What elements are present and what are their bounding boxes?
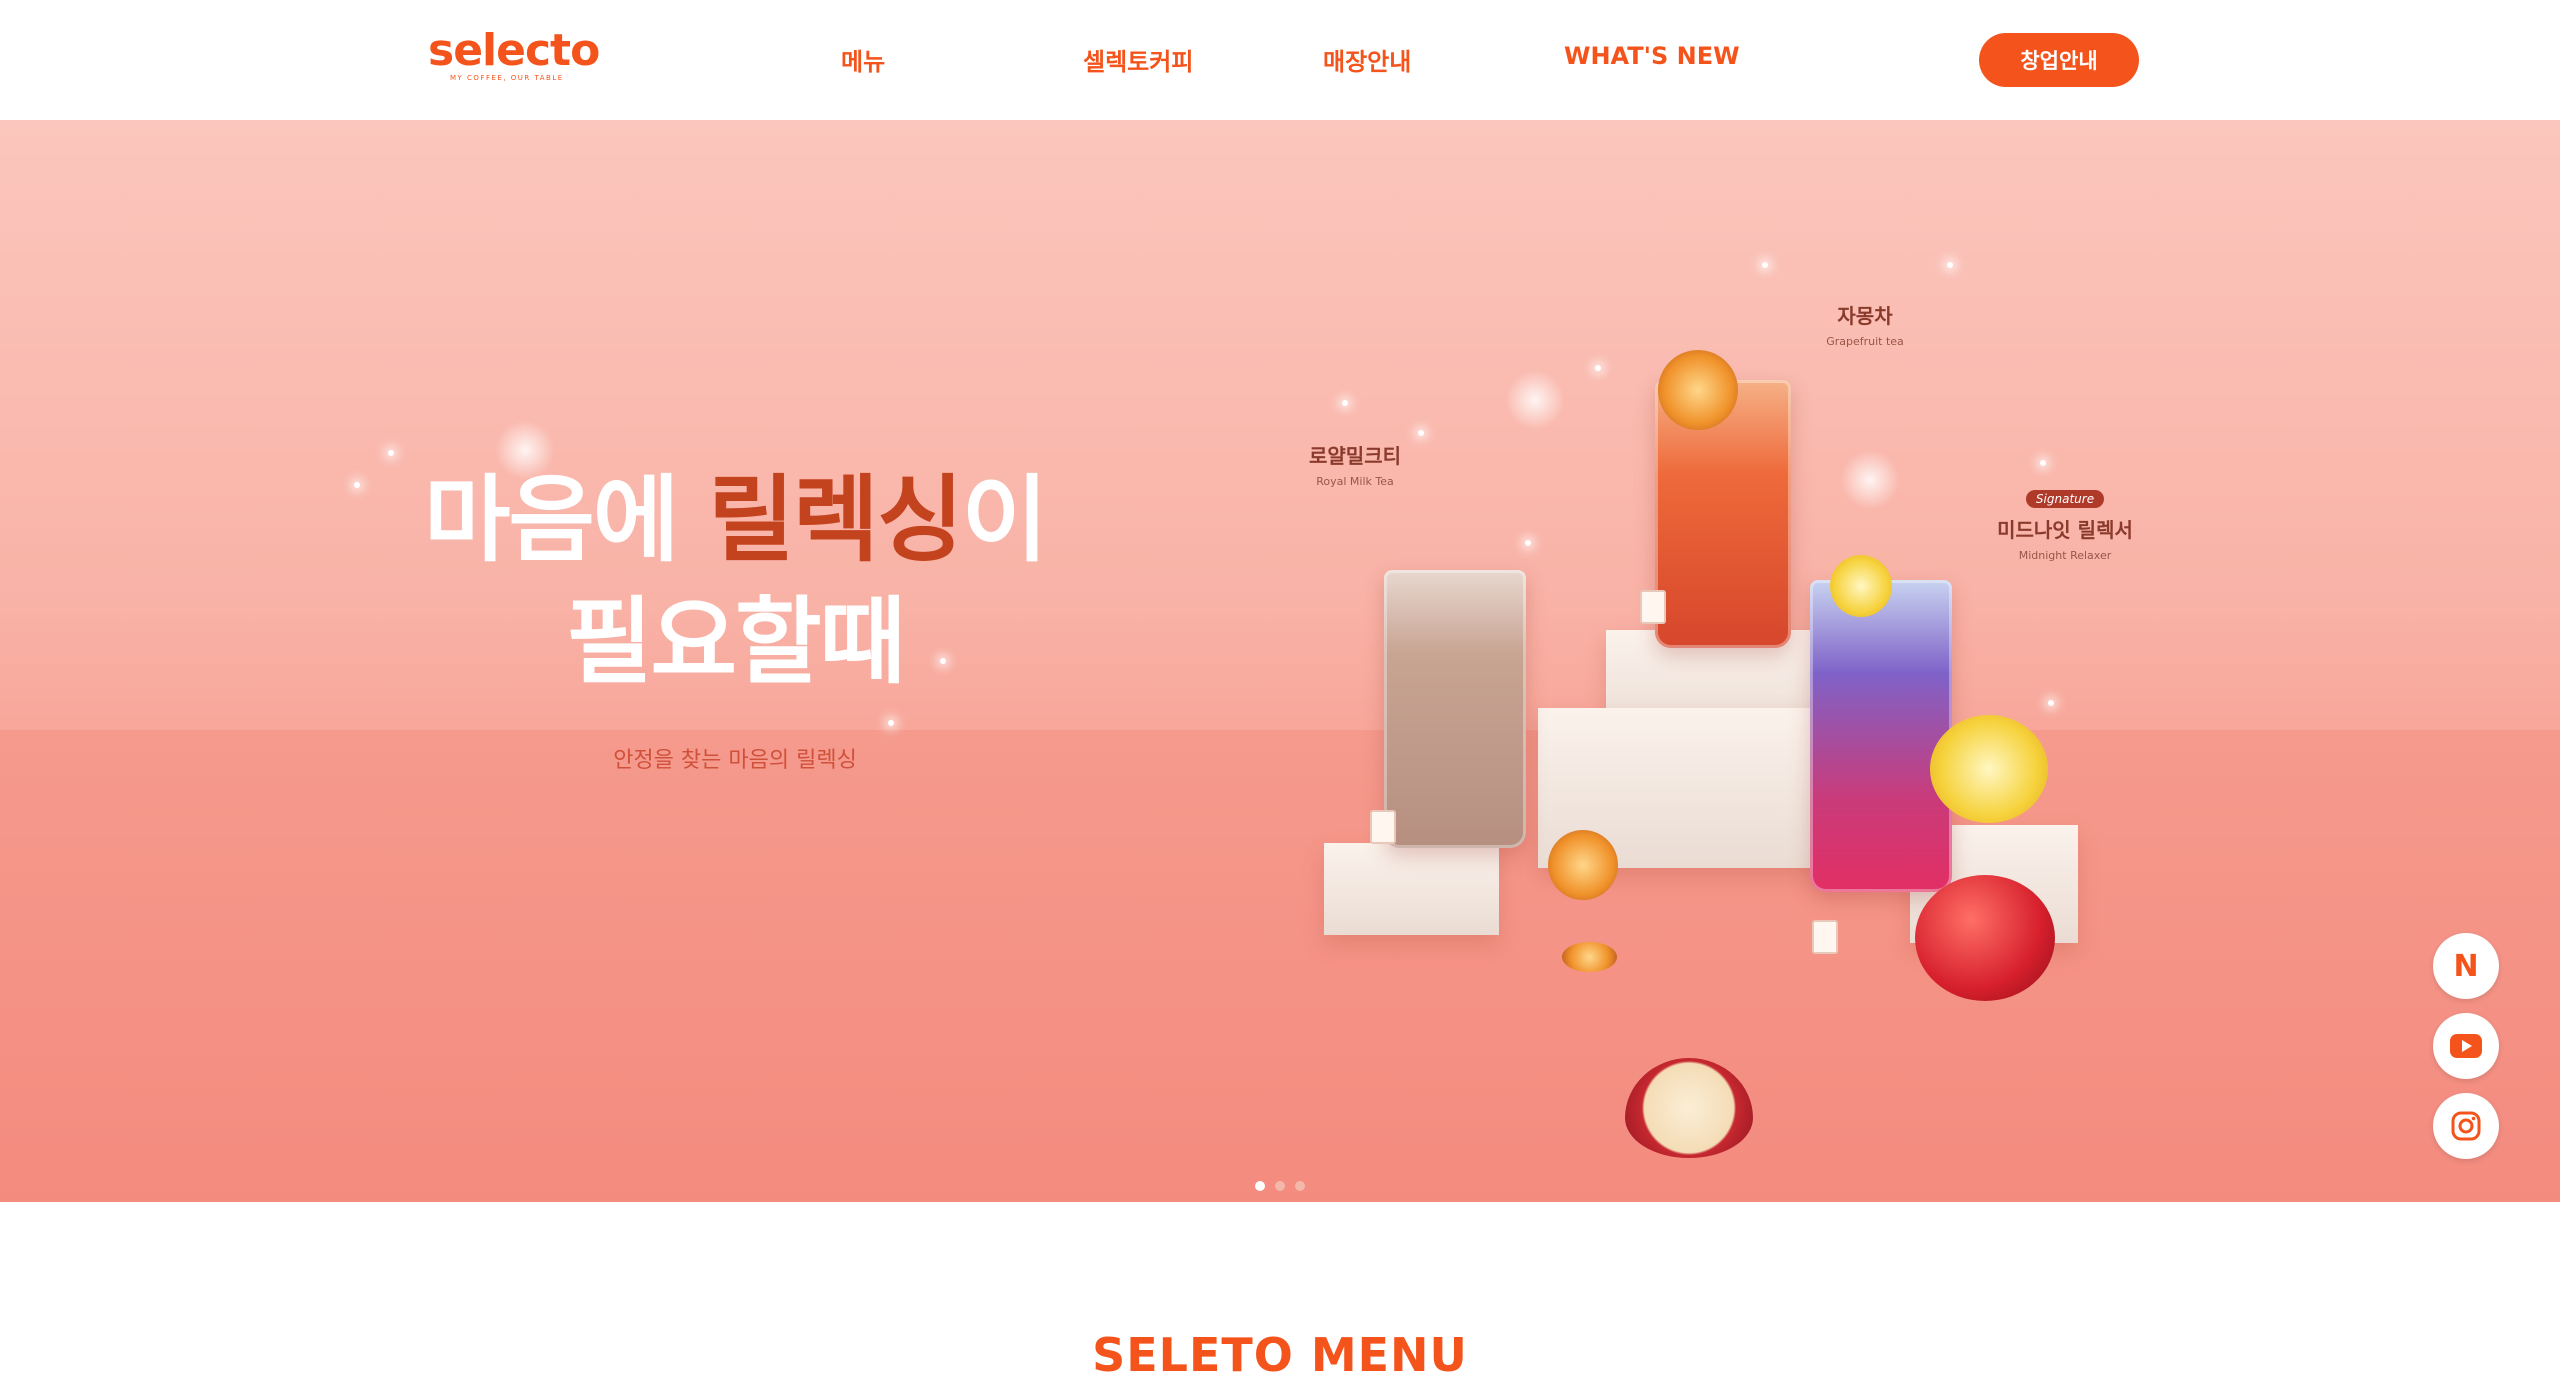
orange-slice bbox=[1658, 350, 1738, 430]
tea-tag-icon bbox=[1812, 920, 1838, 954]
brand-logo[interactable]: selecto MY COFFEE, OUR TABLE bbox=[428, 25, 600, 88]
tea-tag-icon bbox=[1370, 810, 1396, 844]
nav-item-menu[interactable]: 메뉴 bbox=[841, 42, 885, 77]
apple-half bbox=[1625, 1058, 1753, 1158]
drink-name-ko: 로얄밀크티 bbox=[1309, 444, 1401, 468]
hero-headline-accent: 릴렉싱 bbox=[708, 466, 963, 575]
hero-subline: 안정을 찾는 마음의 릴렉싱 bbox=[613, 748, 857, 773]
slider-dot-3[interactable] bbox=[1295, 1181, 1305, 1191]
sparkle-decoration bbox=[388, 450, 394, 456]
instagram-button[interactable] bbox=[2433, 1093, 2499, 1159]
drink-label-grapefruit-tea: 자몽차 Grapefruit tea bbox=[1800, 300, 1930, 348]
orange-slice bbox=[1562, 942, 1617, 972]
lemon-slice bbox=[1830, 555, 1892, 617]
nav-item-selecto-coffee[interactable]: 셀렉토커피 bbox=[1083, 42, 1193, 77]
drink-label-royal-milk-tea: 로얄밀크티 Royal Milk Tea bbox=[1300, 440, 1410, 488]
site-header: selecto MY COFFEE, OUR TABLE 메뉴 셀렉토커피 매장… bbox=[0, 0, 2560, 120]
drink-name-ko: 미드나잇 릴렉서 bbox=[1997, 518, 2133, 542]
orange-slice bbox=[1548, 830, 1618, 900]
nav-item-whats-new[interactable]: WHAT'S NEW bbox=[1564, 42, 1740, 70]
hero-headline-text: 마음에 bbox=[423, 466, 709, 575]
sparkle-decoration bbox=[1947, 262, 1953, 268]
drink-name-en: Royal Milk Tea bbox=[1316, 475, 1394, 488]
instagram-icon bbox=[2451, 1111, 2481, 1141]
slider-pagination bbox=[1255, 1181, 1305, 1191]
signature-badge: Signature bbox=[2025, 490, 2105, 508]
sparkle-decoration bbox=[1762, 262, 1768, 268]
drinks-illustration: 로얄밀크티 Royal Milk Tea 자몽차 Grapefruit tea … bbox=[1300, 270, 2150, 1158]
drink-name-ko: 자몽차 bbox=[1837, 304, 1893, 328]
menu-section-title: SELETO MENU bbox=[1092, 1328, 1468, 1382]
tea-tag-icon bbox=[1640, 590, 1666, 624]
hero-banner[interactable]: 마음에 릴렉싱이 필요할때 안정을 찾는 마음의 릴렉싱 로얄밀크티 Royal… bbox=[0, 120, 2560, 1202]
sparkle-decoration bbox=[888, 720, 894, 726]
hero-floor bbox=[0, 730, 2560, 1202]
pedestal-block bbox=[1324, 843, 1499, 935]
naver-blog-button[interactable]: N bbox=[2433, 933, 2499, 999]
apple bbox=[1915, 875, 2055, 1001]
drink-label-midnight-relaxer: Signature 미드나잇 릴렉서 Midnight Relaxer bbox=[1990, 488, 2140, 562]
naver-blog-icon: N bbox=[2453, 948, 2479, 984]
nav-item-store-info[interactable]: 매장안내 bbox=[1323, 42, 1411, 77]
midnight-relaxer-glass bbox=[1810, 580, 1952, 892]
youtube-button[interactable] bbox=[2433, 1013, 2499, 1079]
youtube-icon bbox=[2450, 1034, 2482, 1058]
drink-name-en: Midnight Relaxer bbox=[2018, 549, 2112, 562]
hero-headline-line1: 마음에 릴렉싱이 bbox=[395, 460, 1075, 582]
hero-headline-line2: 필요할때 bbox=[566, 588, 906, 698]
hero-headline: 마음에 릴렉싱이 필요할때 bbox=[395, 460, 1075, 704]
royal-milk-tea-glass bbox=[1384, 570, 1526, 848]
franchise-button[interactable]: 창업안내 bbox=[1979, 33, 2139, 87]
brand-logo-wordmark: selecto bbox=[428, 25, 600, 76]
sparkle-decoration bbox=[354, 482, 360, 488]
hero-headline-text: 이 bbox=[961, 466, 1048, 575]
lemon-half bbox=[1930, 715, 2048, 823]
slider-dot-1[interactable] bbox=[1255, 1181, 1265, 1191]
drink-name-en: Grapefruit tea bbox=[1826, 335, 1904, 348]
slider-dot-2[interactable] bbox=[1275, 1181, 1285, 1191]
